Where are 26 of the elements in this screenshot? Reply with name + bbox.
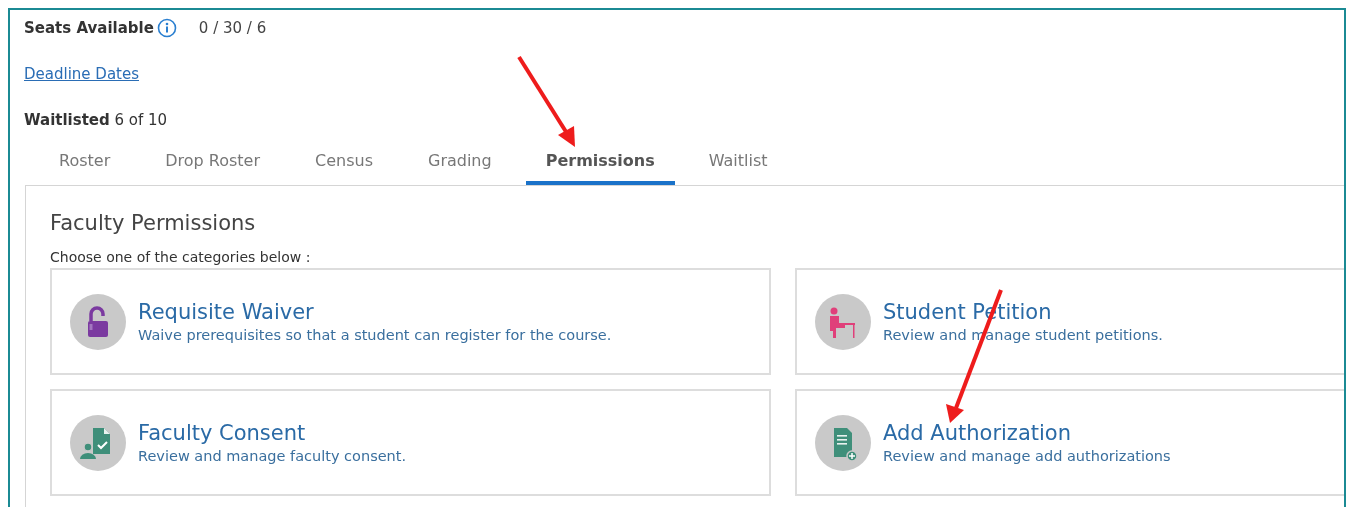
card-description: Review and manage add authorizations (883, 448, 1171, 464)
instruction-text: Choose one of the categories below : (50, 249, 312, 265)
waitlisted-text: Waitlisted 6 of 10 (24, 111, 168, 129)
seats-value: 0 / 30 / 6 (198, 19, 267, 37)
tab[interactable]: Permissions (525, 148, 675, 185)
card-title: Requisite Waiver (138, 300, 315, 324)
seats-label: Seats Available (24, 19, 154, 37)
info-icon[interactable] (156, 18, 177, 38)
tab[interactable]: Waitlist (687, 148, 789, 185)
card-description: Review and manage faculty consent. (138, 448, 407, 464)
category-card[interactable]: Requisite Waiver Waive prerequisites so that a student can register for the course. (50, 268, 771, 375)
card-title: Add Authorization (883, 421, 1072, 445)
category-card[interactable]: Add Authorization Review and manage add authorizations (795, 389, 1344, 496)
tab[interactable]: Grading (407, 148, 513, 185)
card-title: Faculty Consent (138, 421, 307, 445)
tab[interactable]: Roster (38, 148, 132, 185)
person-document-check-icon (70, 414, 126, 471)
card-description: Waive prerequisites so that a student can register for the course. (138, 327, 612, 343)
category-card[interactable]: Faculty Consent Review and manage faculty consent. (50, 389, 771, 496)
panel-title: Faculty Permissions (50, 211, 257, 235)
document-plus-icon (815, 414, 871, 471)
padlock-icon (70, 293, 126, 350)
deadline-dates-link[interactable]: Deadline Dates (24, 65, 139, 83)
tab[interactable]: Drop Roster (144, 148, 281, 185)
tab[interactable]: Census (294, 148, 394, 185)
student-at-desk-icon (815, 293, 871, 350)
